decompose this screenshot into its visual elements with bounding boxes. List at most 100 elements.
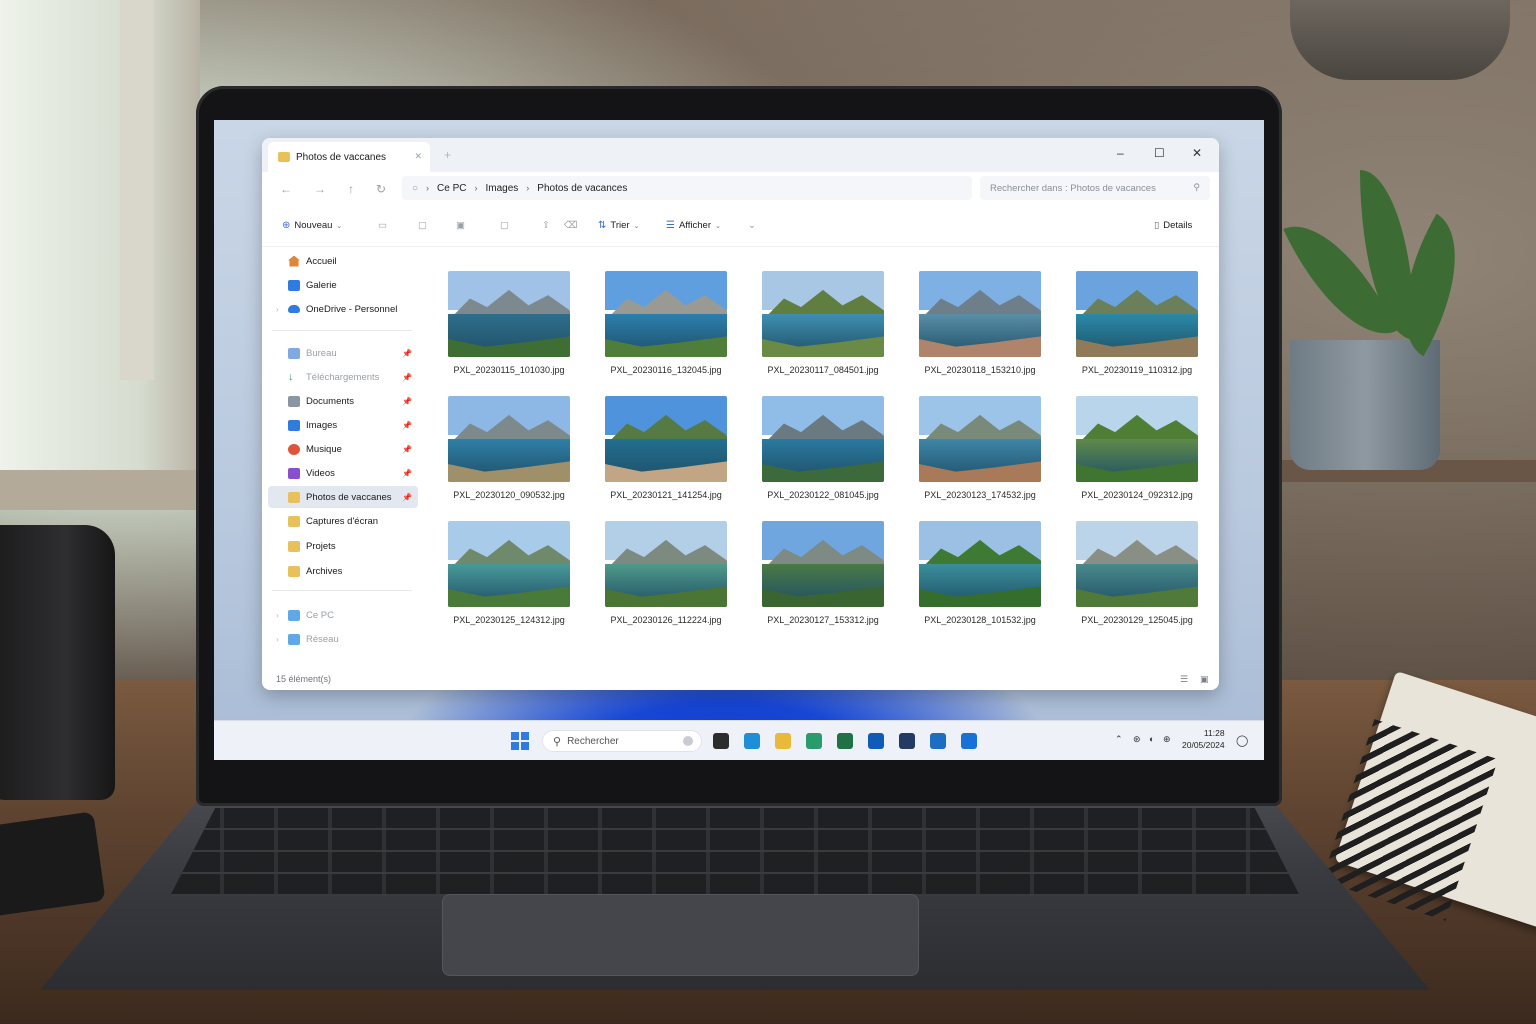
file-item[interactable]: PXL_20230117_084501.jpg [762,271,884,381]
file-item[interactable]: PXL_20230120_090532.jpg [448,396,570,506]
copy-icon[interactable]: ▢ [418,220,427,231]
sidebar-item-label: Documents [306,395,355,407]
sidebar-item-captures[interactable]: Captures d'écran [268,510,418,532]
battery-icon[interactable]: ⊕ [1163,734,1171,745]
file-name: PXL_20230125_124312.jpg [453,615,565,625]
view-button[interactable]: ☰ Afficher ⌄ [666,220,721,231]
search-icon: ⚲ [553,735,562,748]
sidebar-item-onedrive[interactable]: › OneDrive - Personnel [268,298,418,320]
sort-button[interactable]: ⇅ Trier ⌄ [598,220,639,231]
file-name: PXL_20230126_112224.jpg [610,615,722,625]
edge-icon[interactable] [744,733,760,749]
file-explorer-icon[interactable] [713,733,729,749]
image-thumbnail [919,521,1041,607]
notification-icon[interactable]: ◯ [1236,734,1248,747]
sidebar-item-bureau[interactable]: Bureau 📌 [268,342,418,364]
tiles-view-icon[interactable]: ▣ [1200,674,1209,685]
sidebar-item-reseau[interactable]: › Réseau [268,628,418,650]
sidebar-item-label: Musique [306,443,342,455]
file-item[interactable]: PXL_20230119_110312.jpg [1076,271,1198,381]
title-bar: Photos de vaccanes ✕ + – ☐ ✕ [262,138,1219,172]
store-icon[interactable] [806,733,822,749]
up-icon[interactable]: ↑ [348,182,354,196]
network-tray-icon[interactable]: ⊛ [1133,734,1141,745]
details-label: Details [1163,220,1193,231]
sidebar-item-videos[interactable]: Videos 📌 [268,462,418,484]
clock-time: 11:28 [1203,728,1225,738]
file-item[interactable]: PXL_20230127_153312.jpg [762,521,884,631]
paste-icon[interactable]: ▣ [456,220,465,231]
breadcrumb-current[interactable]: Photos de vacances [537,183,627,194]
new-button[interactable]: ⊕ Nouveau ⌄ [282,220,342,231]
image-thumbnail [919,271,1041,357]
sidebar-item-ce-pc[interactable]: › Ce PC [268,604,418,626]
file-item[interactable]: PXL_20230121_141254.jpg [605,396,727,506]
close-button[interactable]: ✕ [1192,146,1202,160]
details-button[interactable]: ▯ Details [1154,220,1192,231]
file-item[interactable]: PXL_20230124_092312.jpg [1076,396,1198,506]
breadcrumb-images[interactable]: Images [486,183,519,194]
close-tab-icon[interactable]: ✕ [414,151,422,162]
sidebar-item-archives[interactable]: Archives [268,560,418,582]
forward-icon[interactable]: → [314,182,326,196]
back-icon[interactable]: ← [280,182,292,196]
minimize-button[interactable]: – [1117,146,1124,160]
sidebar-item-telechargements[interactable]: ↓ Téléchargements 📌 [268,366,418,388]
rename-icon[interactable]: ▢ [500,220,509,231]
tab-photos[interactable]: Photos de vaccanes ✕ [268,142,430,172]
file-item[interactable]: PXL_20230115_101030.jpg [448,271,570,381]
pin-icon: 📌 [402,348,412,358]
photos-icon[interactable] [899,733,915,749]
sidebar-item-musique[interactable]: Musique 📌 [268,438,418,460]
excel-icon[interactable] [837,733,853,749]
folder-app-icon[interactable] [775,733,791,749]
new-tab-icon[interactable]: + [444,148,451,162]
search-input[interactable]: Rechercher dans : Photos de vacances ⚲ [980,176,1210,200]
teams-icon[interactable] [961,733,977,749]
share-icon[interactable]: ⇪ [542,220,550,231]
file-name: PXL_20230127_153312.jpg [767,615,879,625]
cut-icon[interactable]: ▭ [378,220,387,231]
more-options-icon[interactable]: ⌄ [748,220,756,231]
sidebar-item-documents[interactable]: Documents 📌 [268,390,418,412]
delete-icon[interactable]: ⌫ [564,220,577,231]
breadcrumb-ce-pc[interactable]: Ce PC [437,183,466,194]
image-thumbnail [1076,521,1198,607]
taskbar-search[interactable]: ⚲ Rechercher [542,730,702,752]
sidebar-item-accueil[interactable]: Accueil [268,250,418,272]
sidebar-item-photos-de-vacances[interactable]: Photos de vaccanes 📌 [268,486,418,508]
file-item[interactable]: PXL_20230118_153210.jpg [919,271,1041,381]
chevron-up-icon[interactable]: ⌃ [1115,734,1123,745]
file-name: PXL_20230120_090532.jpg [453,490,565,500]
sidebar-item-label: Galerie [306,279,337,291]
chevron-right-icon[interactable]: › [276,305,279,314]
folder-icon [288,540,300,552]
folder-icon [278,152,290,162]
file-item[interactable]: PXL_20230123_174532.jpg [919,396,1041,506]
chevron-right-icon[interactable]: › [276,611,279,620]
pin-icon: 📌 [402,420,412,430]
start-button[interactable] [511,732,529,750]
file-item[interactable]: PXL_20230122_081045.jpg [762,396,884,506]
sort-label: Trier [610,220,630,231]
refresh-icon[interactable]: ↻ [376,182,386,196]
file-item[interactable]: PXL_20230126_112224.jpg [605,521,727,631]
outlook-icon[interactable] [930,733,946,749]
chevron-right-icon[interactable]: › [276,635,279,644]
image-thumbnail [448,271,570,357]
chevron-right-icon: › [526,183,530,193]
file-item[interactable]: PXL_20230129_125045.jpg [1076,521,1198,631]
sidebar-item-images[interactable]: Images 📌 [268,414,418,436]
volume-icon[interactable]: ◐ [1149,734,1154,744]
file-item[interactable]: PXL_20230116_132045.jpg [605,271,727,381]
clock[interactable]: 11:28 20/05/2024 [1182,727,1225,751]
cloud-icon [288,305,300,313]
address-bar[interactable]: ○ › Ce PC › Images › Photos de vacances [402,176,972,200]
mail-icon[interactable] [868,733,884,749]
sidebar-item-projets[interactable]: Projets [268,535,418,557]
maximize-button[interactable]: ☐ [1154,146,1165,160]
details-view-icon[interactable]: ☰ [1180,674,1188,685]
file-item[interactable]: PXL_20230125_124312.jpg [448,521,570,631]
sidebar-item-galerie[interactable]: Galerie [268,274,418,296]
file-item[interactable]: PXL_20230128_101532.jpg [919,521,1041,631]
